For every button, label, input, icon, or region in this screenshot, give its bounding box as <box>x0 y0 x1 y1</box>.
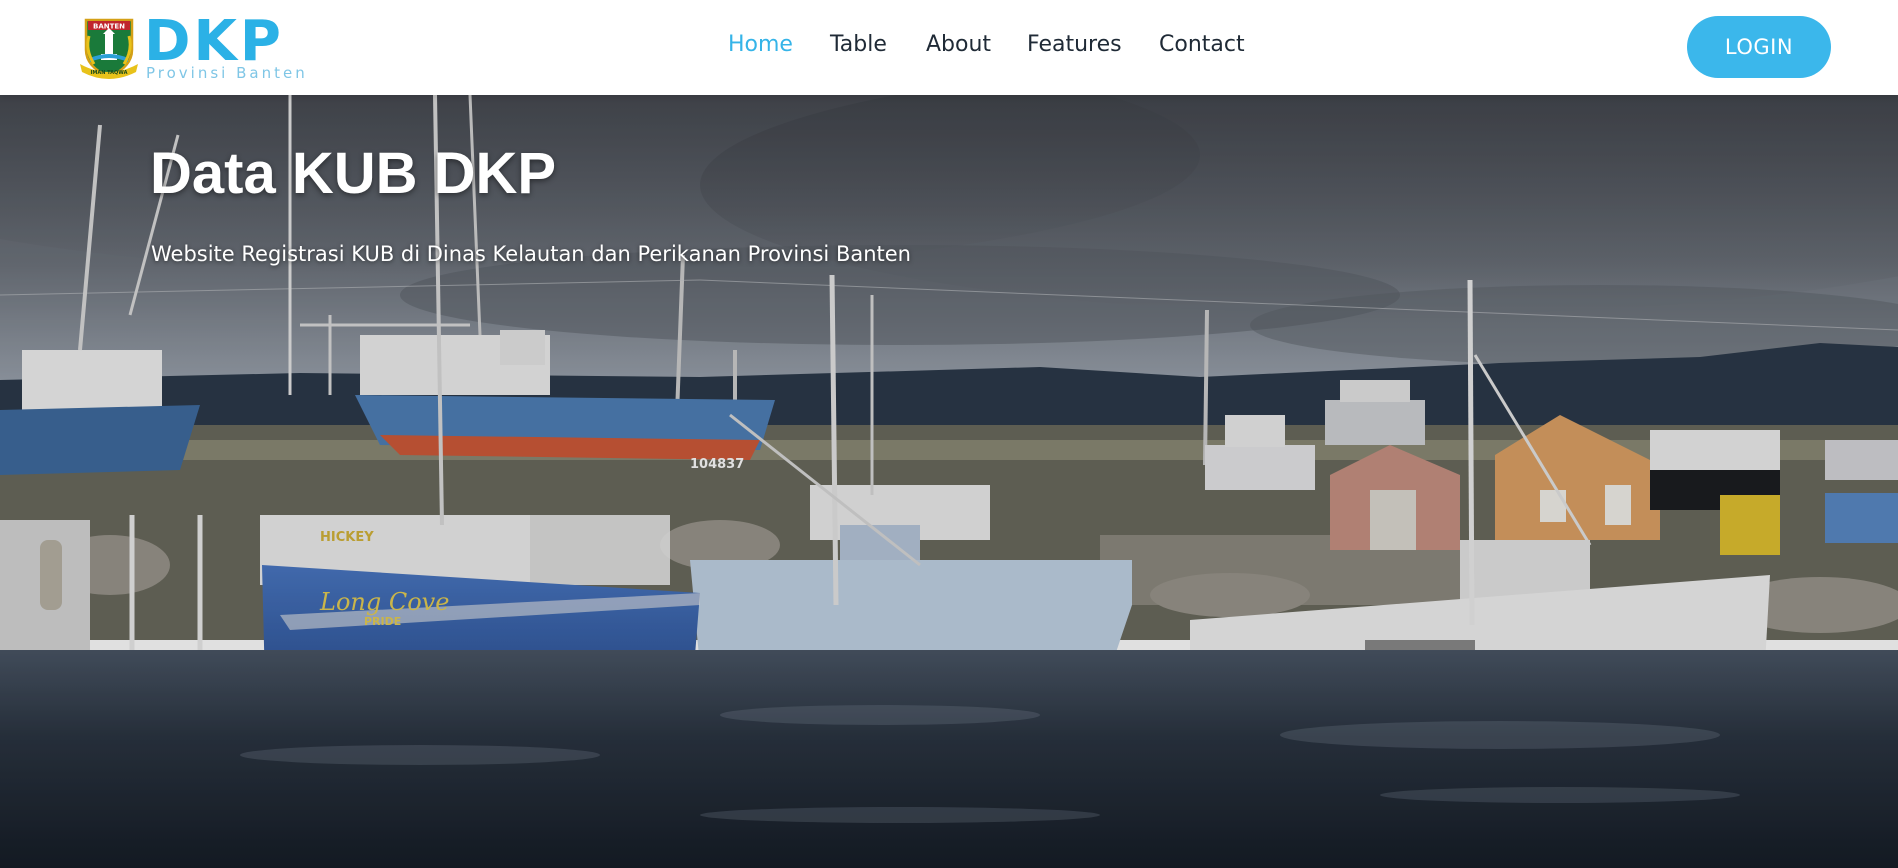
hero-harbor-photo: 104837 151123 HICKEY Long Cove PRIDE <box>0 95 1898 868</box>
nav-link-about[interactable]: About <box>926 30 991 60</box>
brand-logo-link[interactable]: BANTEN IMAN TAQWA DKP Provinsi Banten <box>76 10 336 82</box>
nav-link-features[interactable]: Features <box>1027 30 1122 60</box>
banten-emblem-icon: BANTEN IMAN TAQWA <box>80 18 138 79</box>
hero-title: Data KUB DKP <box>150 141 557 206</box>
hero-section: 104837 151123 HICKEY Long Cove PRIDE <box>0 95 1898 868</box>
nav-link-home[interactable]: Home <box>728 30 793 60</box>
emblem-ribbon-text: IMAN TAQWA <box>91 70 128 76</box>
nav-link-table[interactable]: Table <box>830 30 887 60</box>
login-button[interactable]: LOGIN <box>1687 16 1831 78</box>
nav-link-contact[interactable]: Contact <box>1159 30 1245 60</box>
navbar: BANTEN IMAN TAQWA DKP Provinsi Banten Ho… <box>0 0 1898 95</box>
hero-subtitle: Website Registrasi KUB di Dinas Kelautan… <box>151 242 911 266</box>
brand-subtitle: Provinsi Banten <box>146 64 308 82</box>
